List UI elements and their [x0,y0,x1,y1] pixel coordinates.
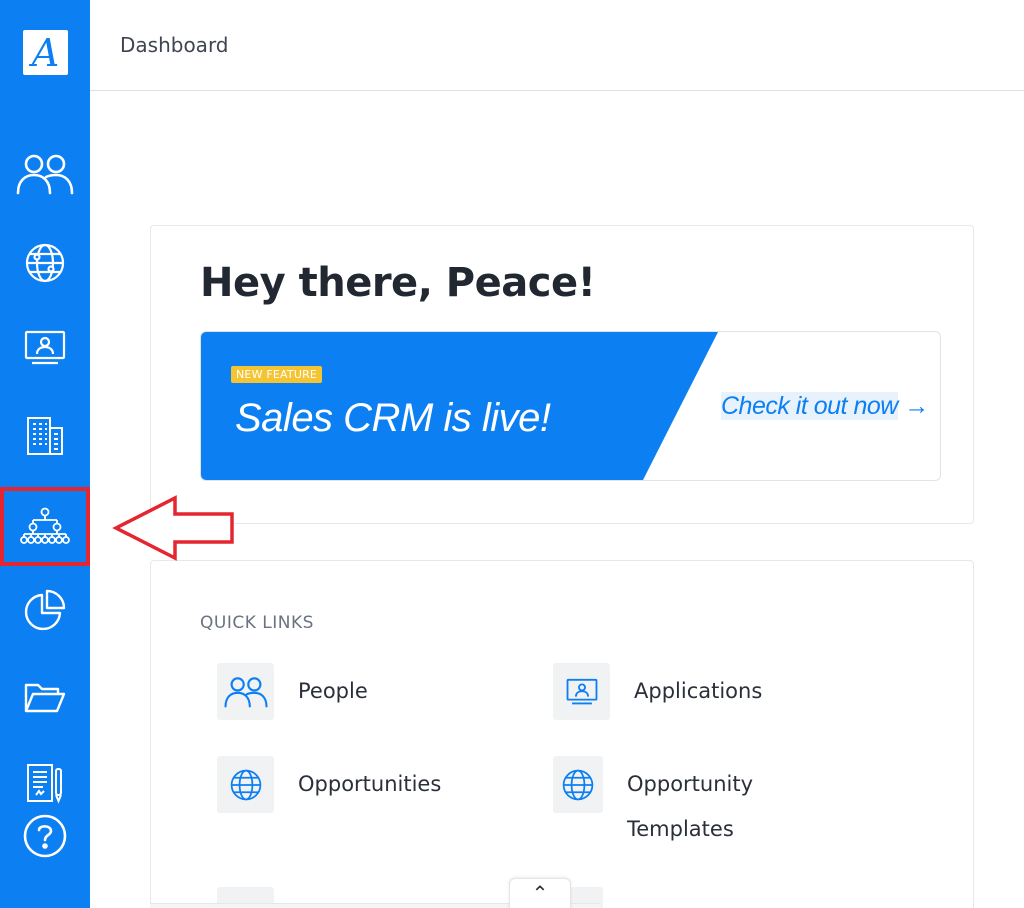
logo-letter: A [31,30,60,75]
scroll-up-button[interactable]: ⌃ [509,878,571,908]
help-icon [23,814,67,858]
quick-links-card: QUICK LINKS People Applications Opportun… [150,560,974,908]
quick-link-icon-box [217,663,274,720]
globe-icon [230,769,261,800]
greeting-card: Hey there, Peace! NEW FEATURE Sales CRM … [150,225,974,524]
check-it-out-link[interactable]: Check it out now → [721,392,929,421]
quick-link-label: Applications [634,679,763,703]
quick-link-icon-box [553,663,610,720]
chevron-up-icon: ⌃ [531,881,549,905]
applications-icon [566,678,597,704]
quick-link-opportunity-templates[interactable]: Opportunity Templates [553,756,853,856]
folder-icon [24,683,66,713]
arrow-right-icon: → [904,392,929,420]
sidebar-item-organizations[interactable] [0,398,90,474]
annotation-arrow-icon [112,495,234,561]
highlight-box [0,487,90,566]
banner-headline: Sales CRM is live! [235,396,551,440]
pie-chart-icon [24,589,66,631]
sidebar-item-opportunities[interactable] [0,225,90,301]
quick-link-people[interactable]: People [217,663,517,720]
quick-link-label: People [298,679,368,703]
people-icon [16,154,74,195]
page-title: Dashboard [120,33,229,57]
quick-link-applications[interactable]: Applications [553,663,853,720]
quick-link-icon-box [553,756,603,813]
globe-icon [25,243,65,283]
top-header: Dashboard [90,0,1024,91]
quick-link-label-line2: Templates [627,817,734,841]
sidebar-item-applications[interactable] [0,310,90,386]
sidebar-item-help[interactable] [0,798,90,874]
quick-link-icon-box [217,756,274,813]
quick-link-label-line1: Opportunity [627,772,754,796]
sidebar: A [0,0,90,908]
sidebar-item-files[interactable] [0,660,90,736]
applications-icon [24,330,66,365]
people-icon [223,676,268,707]
new-feature-badge: NEW FEATURE [231,366,323,383]
quick-link-opportunities[interactable]: Opportunities [217,756,517,813]
greeting-heading: Hey there, Peace! [200,260,596,306]
sidebar-item-people[interactable] [0,136,90,212]
app-logo[interactable]: A [23,30,68,75]
banner-cta-text: Check it out now [721,392,898,420]
globe-icon [562,769,594,800]
sidebar-item-reports[interactable] [0,572,90,648]
feature-banner[interactable]: NEW FEATURE Sales CRM is live! Check it … [200,331,941,481]
building-icon [27,417,63,455]
quick-link-label: Opportunities [298,772,442,796]
quick-links-label: QUICK LINKS [200,613,314,633]
